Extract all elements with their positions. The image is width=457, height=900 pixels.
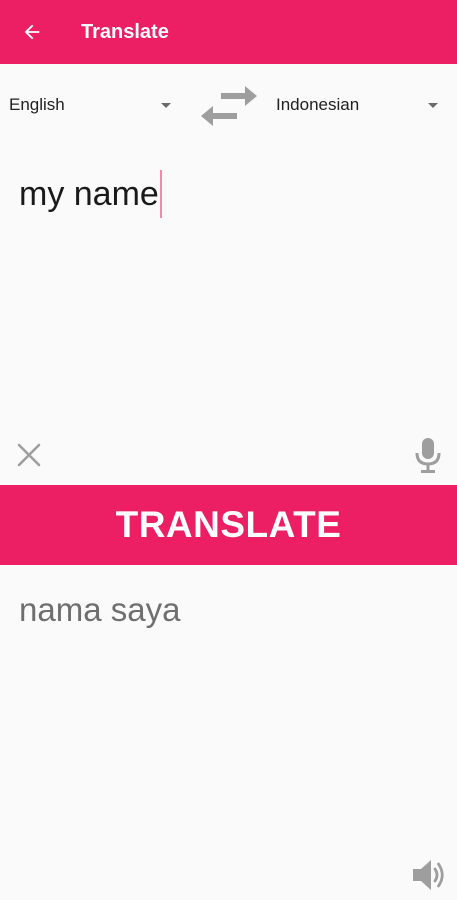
source-language-select[interactable]: English	[9, 90, 175, 120]
source-language-label: English	[9, 95, 65, 114]
translate-button[interactable]: TRANSLATE	[0, 485, 457, 565]
speaker-icon	[413, 860, 444, 890]
arrow-left-icon	[24, 24, 40, 40]
speak-translation-button[interactable]	[409, 855, 447, 895]
close-icon	[17, 443, 41, 467]
swap-languages-button[interactable]	[199, 84, 259, 128]
chevron-down-icon	[428, 102, 438, 108]
app-bar: Translate	[0, 0, 457, 64]
text-cursor	[159, 170, 162, 218]
app-title: Translate	[81, 20, 169, 43]
translate-button-label: TRANSLATE	[115, 504, 342, 545]
microphone-button[interactable]	[410, 436, 446, 474]
target-language-label: Indonesian	[276, 95, 360, 114]
clear-button[interactable]	[12, 438, 46, 472]
swap-arrows-icon	[201, 86, 257, 126]
source-text-area[interactable]: my name	[0, 148, 457, 428]
source-text-input[interactable]: my name	[19, 170, 162, 218]
microphone-icon	[415, 438, 441, 473]
chevron-down-icon	[161, 102, 171, 108]
source-text-value: my name	[19, 174, 159, 213]
back-button[interactable]	[0, 0, 64, 64]
translation-output-text: nama saya	[19, 591, 181, 628]
translation-output-area: nama saya	[0, 565, 457, 900]
target-language-select[interactable]: Indonesian	[276, 90, 442, 120]
